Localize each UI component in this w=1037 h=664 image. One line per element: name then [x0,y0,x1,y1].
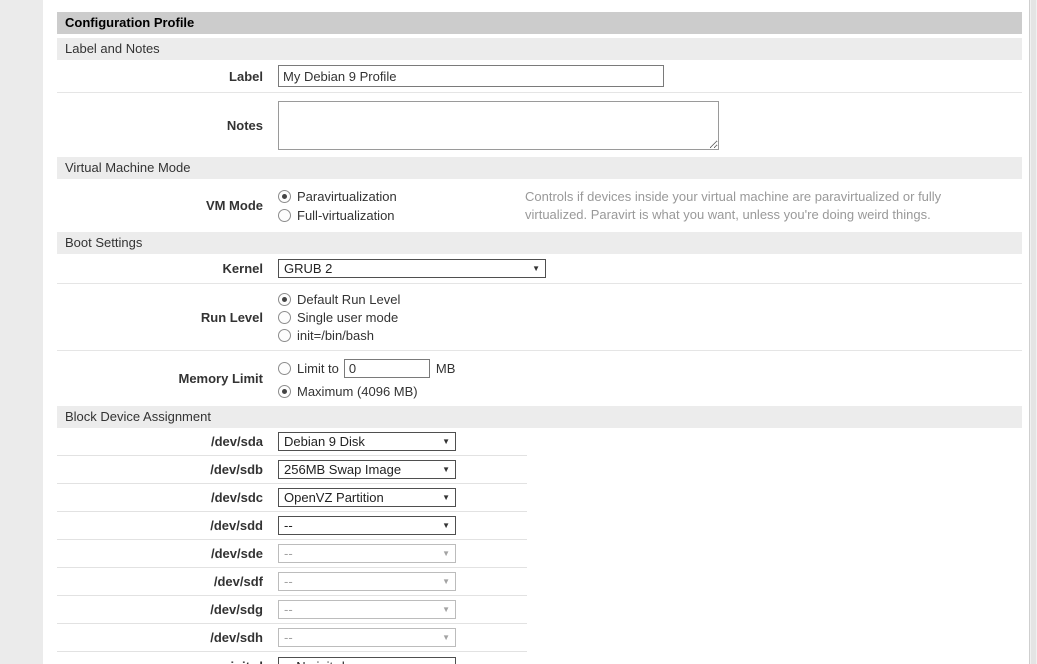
configuration-profile-page: Configuration Profile Label and Notes La… [0,0,1037,664]
dropdown-arrow-icon: ▼ [442,633,450,642]
block-device-row-sdf: /dev/sdf -- ▼ [57,568,527,596]
device-select-value: -- [284,602,293,617]
device-label: /dev/sdh [57,630,270,645]
kernel-row: Kernel GRUB 2 ▼ [57,254,1022,284]
radio-label: Default Run Level [297,292,400,307]
device-select-sdh: -- ▼ [278,628,456,647]
block-device-row-sdd: /dev/sdd -- ▼ [57,512,527,540]
notes-field-label: Notes [57,118,270,133]
section-header-label-and-notes: Label and Notes [57,38,1022,60]
memory-limit-input[interactable] [344,359,430,378]
device-select-value: -- [284,546,293,561]
device-label: /dev/sdb [57,462,270,477]
dropdown-arrow-icon: ▼ [442,577,450,586]
run-level-label: Run Level [57,310,270,325]
device-select-sdf: -- ▼ [278,572,456,591]
label-field-label: Label [57,69,270,84]
device-label: /dev/sdg [57,602,270,617]
vm-mode-row: VM Mode Paravirtualization Full-virtuali… [57,179,1022,232]
radio-label: Full-virtualization [297,208,395,223]
dropdown-arrow-icon: ▼ [442,493,450,502]
radio-label: Paravirtualization [297,189,397,204]
dropdown-arrow-icon: ▼ [442,605,450,614]
dropdown-arrow-icon: ▼ [442,465,450,474]
memory-limit-row: Memory Limit Limit to MB Maximum (4096 M… [57,351,1022,406]
device-select-sda[interactable]: Debian 9 Disk ▼ [278,432,456,451]
radio-maximum-memory[interactable]: Maximum (4096 MB) [278,383,418,401]
label-row: Label [57,60,1022,93]
vertical-scrollbar[interactable] [1029,0,1037,664]
device-select-initrd[interactable]: -- No initrd -- ▼ [278,657,456,664]
block-device-row-sda: /dev/sda Debian 9 Disk ▼ [57,428,527,456]
block-device-row-initrd: initrd -- No initrd -- ▼ [57,652,527,664]
label-input[interactable] [278,65,664,87]
device-select-value: OpenVZ Partition [284,490,384,505]
section-header-vm-mode: Virtual Machine Mode [57,157,1022,179]
notes-row: Notes [57,93,1022,157]
section-header-block-devices: Block Device Assignment [57,406,1022,428]
radio-button-icon[interactable] [278,311,291,324]
block-device-row-sdb: /dev/sdb 256MB Swap Image ▼ [57,456,527,484]
radio-full-virtualization[interactable]: Full-virtualization [278,206,525,225]
device-label: /dev/sde [57,546,270,561]
radio-button-icon[interactable] [278,329,291,342]
device-select-value: -- [284,518,293,533]
notes-textarea[interactable] [278,101,719,150]
run-level-row: Run Level Default Run Level Single user … [57,284,1022,351]
device-select-sdg: -- ▼ [278,600,456,619]
radio-init-bin-bash[interactable]: init=/bin/bash [278,326,1022,344]
radio-button-icon[interactable] [278,362,291,375]
left-gutter [0,0,43,664]
dropdown-arrow-icon: ▼ [442,437,450,446]
section-header-boot-settings: Boot Settings [57,232,1022,254]
device-label: /dev/sdc [57,490,270,505]
device-select-value: -- [284,574,293,589]
radio-default-run-level[interactable]: Default Run Level [278,290,1022,308]
block-device-rows: /dev/sda Debian 9 Disk ▼ /dev/sdb 256MB … [57,428,527,664]
device-select-sdc[interactable]: OpenVZ Partition ▼ [278,488,456,507]
radio-button-icon[interactable] [278,209,291,222]
block-device-row-sdh: /dev/sdh -- ▼ [57,624,527,652]
memory-limit-label: Memory Limit [57,371,270,386]
device-label: initrd [57,659,270,664]
device-select-value: Debian 9 Disk [284,434,365,449]
radio-label: init=/bin/bash [297,328,374,343]
dropdown-arrow-icon: ▼ [532,264,540,273]
dropdown-arrow-icon: ▼ [442,521,450,530]
dropdown-arrow-icon: ▼ [442,549,450,558]
radio-single-user-mode[interactable]: Single user mode [278,308,1022,326]
radio-paravirtualization[interactable]: Paravirtualization [278,187,525,206]
vm-mode-label: VM Mode [57,198,270,213]
device-label: /dev/sdd [57,518,270,533]
device-label: /dev/sdf [57,574,270,589]
block-device-row-sde: /dev/sde -- ▼ [57,540,527,568]
device-select-value: -- No initrd -- [284,659,357,664]
radio-button-icon[interactable] [278,385,291,398]
block-device-row-sdg: /dev/sdg -- ▼ [57,596,527,624]
radio-label: Limit to [297,361,339,376]
page-title: Configuration Profile [57,12,1022,34]
radio-limit-to[interactable]: Limit to [278,360,339,378]
device-label: /dev/sda [57,434,270,449]
vm-mode-help-text: Controls if devices inside your virtual … [525,187,985,224]
device-select-value: -- [284,630,293,645]
radio-button-icon[interactable] [278,293,291,306]
radio-label: Single user mode [297,310,398,325]
radio-label: Maximum (4096 MB) [297,384,418,399]
device-select-sdd[interactable]: -- ▼ [278,516,456,535]
config-profile-form: Configuration Profile Label and Notes La… [57,12,1022,664]
block-device-row-sdc: /dev/sdc OpenVZ Partition ▼ [57,484,527,512]
radio-button-icon[interactable] [278,190,291,203]
kernel-select[interactable]: GRUB 2 ▼ [278,259,546,278]
device-select-sdb[interactable]: 256MB Swap Image ▼ [278,460,456,479]
scrollbar-thumb[interactable] [1031,0,1036,664]
kernel-label: Kernel [57,261,270,276]
memory-unit-label: MB [436,361,456,376]
device-select-value: 256MB Swap Image [284,462,401,477]
kernel-select-value: GRUB 2 [284,261,332,276]
device-select-sde: -- ▼ [278,544,456,563]
